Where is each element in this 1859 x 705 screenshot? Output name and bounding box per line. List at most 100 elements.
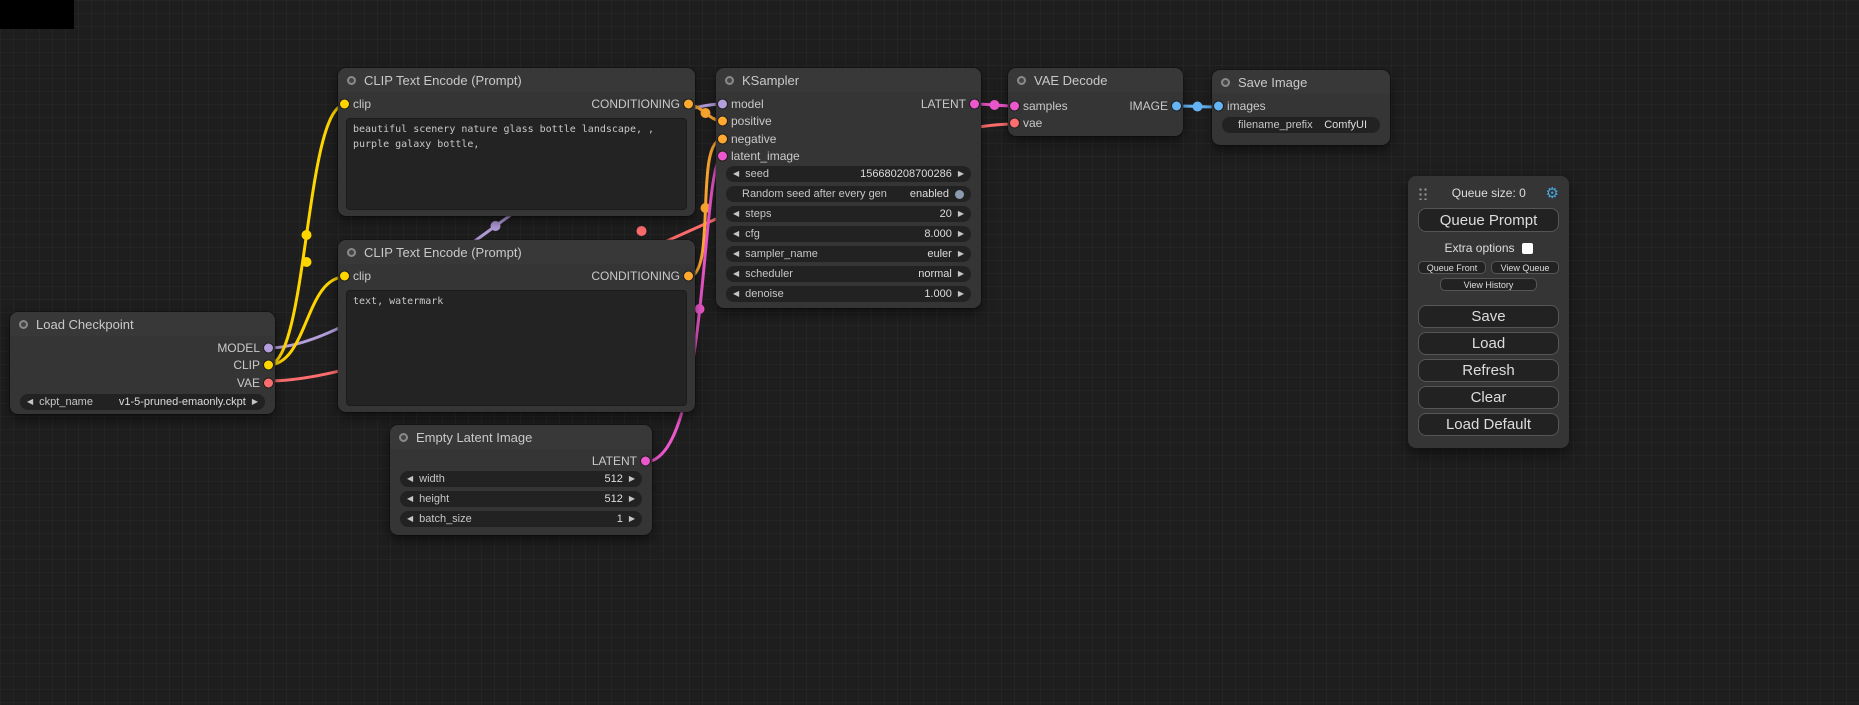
node-titlebar[interactable]: CLIP Text Encode (Prompt)	[338, 240, 695, 264]
widget-increment-arrow[interactable]: ▶	[252, 398, 258, 406]
toggle-dot-icon[interactable]	[955, 190, 964, 199]
output-dot-conditioning[interactable]	[684, 271, 693, 280]
node-vae-decode[interactable]: VAE Decode samples IMAGE vae	[1008, 68, 1183, 136]
widget-decrement-arrow[interactable]: ◀	[407, 475, 413, 483]
input-slot-latent-image[interactable]: latent_image	[716, 148, 981, 166]
widget-decrement-arrow[interactable]: ◀	[407, 495, 413, 503]
widget-increment-arrow[interactable]: ▶	[958, 170, 964, 178]
load-default-button[interactable]: Load Default	[1418, 413, 1559, 436]
load-button[interactable]: Load	[1418, 332, 1559, 355]
clear-button[interactable]: Clear	[1418, 386, 1559, 409]
input-dot-images[interactable]	[1214, 101, 1223, 110]
save-button[interactable]: Save	[1418, 305, 1559, 328]
steps-widget[interactable]: ◀ steps 20 ▶	[726, 206, 971, 222]
input-dot-latent-image[interactable]	[718, 152, 727, 161]
node-titlebar[interactable]: Load Checkpoint	[10, 312, 275, 336]
seed-widget[interactable]: ◀ seed 156680208700286 ▶	[726, 166, 971, 182]
collapse-dot-icon[interactable]	[725, 76, 734, 85]
node-clip-text-encode-positive[interactable]: CLIP Text Encode (Prompt) clip CONDITION…	[338, 68, 695, 216]
collapse-dot-icon[interactable]	[347, 76, 356, 85]
output-dot-latent[interactable]	[641, 456, 650, 465]
output-dot-vae[interactable]	[264, 378, 273, 387]
widget-increment-arrow[interactable]: ▶	[958, 250, 964, 258]
node-clip-text-encode-negative[interactable]: CLIP Text Encode (Prompt) clip CONDITION…	[338, 240, 695, 412]
input-slot-vae[interactable]: vae	[1008, 115, 1183, 133]
sampler-name-widget[interactable]: ◀ sampler_name euler ▶	[726, 246, 971, 262]
output-dot-model[interactable]	[264, 343, 273, 352]
input-dot-samples[interactable]	[1010, 101, 1019, 110]
output-dot-latent[interactable]	[970, 99, 979, 108]
widget-decrement-arrow[interactable]: ◀	[733, 250, 739, 258]
positive-prompt-textarea[interactable]: beautiful scenery nature glass bottle la…	[346, 118, 687, 210]
denoise-widget[interactable]: ◀ denoise 1.000 ▶	[726, 286, 971, 302]
collapse-dot-icon[interactable]	[19, 320, 28, 329]
collapse-dot-icon[interactable]	[1017, 76, 1026, 85]
scheduler-widget[interactable]: ◀ scheduler normal ▶	[726, 266, 971, 282]
input-dot-clip[interactable]	[340, 271, 349, 280]
refresh-button[interactable]: Refresh	[1418, 359, 1559, 382]
slot-label: LATENT	[921, 97, 966, 111]
input-slot-images[interactable]: images	[1212, 97, 1390, 115]
height-widget[interactable]: ◀ height 512 ▶	[400, 491, 642, 507]
batch-size-widget[interactable]: ◀ batch_size 1 ▶	[400, 511, 642, 527]
queue-prompt-button[interactable]: Queue Prompt	[1418, 208, 1559, 232]
widget-decrement-arrow[interactable]: ◀	[733, 230, 739, 238]
input-dot-clip[interactable]	[340, 99, 349, 108]
input-dot-positive[interactable]	[718, 117, 727, 126]
node-save-image[interactable]: Save Image images filename_prefix ComfyU…	[1212, 70, 1390, 145]
widget-decrement-arrow[interactable]: ◀	[733, 170, 739, 178]
cfg-widget[interactable]: ◀ cfg 8.000 ▶	[726, 226, 971, 242]
output-slot-latent[interactable]: LATENT	[390, 452, 652, 470]
node-graph-canvas[interactable]: Load Checkpoint MODEL CLIP VAE ◀ ckpt_na…	[0, 0, 1859, 705]
input-slot-positive[interactable]: positive	[716, 113, 981, 131]
view-queue-button[interactable]: View Queue	[1491, 261, 1559, 274]
view-history-button[interactable]: View History	[1440, 278, 1537, 291]
widget-increment-arrow[interactable]: ▶	[958, 270, 964, 278]
output-slot-clip[interactable]: CLIP	[10, 357, 275, 375]
width-widget[interactable]: ◀ width 512 ▶	[400, 471, 642, 487]
node-titlebar[interactable]: Empty Latent Image	[390, 425, 652, 449]
input-dot-vae[interactable]	[1010, 119, 1019, 128]
slot-label: CONDITIONING	[591, 97, 680, 111]
widget-increment-arrow[interactable]: ▶	[958, 290, 964, 298]
filename-prefix-widget[interactable]: filename_prefix ComfyUI	[1222, 117, 1380, 133]
settings-gear-icon[interactable]: ⚙	[1546, 186, 1559, 201]
widget-increment-arrow[interactable]: ▶	[629, 495, 635, 503]
widget-increment-arrow[interactable]: ▶	[629, 475, 635, 483]
node-titlebar[interactable]: VAE Decode	[1008, 68, 1183, 92]
input-slot-negative[interactable]: negative	[716, 130, 981, 148]
output-dot-conditioning[interactable]	[684, 99, 693, 108]
output-dot-clip[interactable]	[264, 361, 273, 370]
widget-increment-arrow[interactable]: ▶	[958, 210, 964, 218]
input-dot-model[interactable]	[718, 99, 727, 108]
node-load-checkpoint[interactable]: Load Checkpoint MODEL CLIP VAE ◀ ckpt_na…	[10, 312, 275, 414]
widget-increment-arrow[interactable]: ▶	[958, 230, 964, 238]
widget-decrement-arrow[interactable]: ◀	[733, 290, 739, 298]
random-seed-toggle-widget[interactable]: Random seed after every gen enabled	[726, 186, 971, 202]
output-dot-image[interactable]	[1172, 101, 1181, 110]
widget-decrement-arrow[interactable]: ◀	[733, 210, 739, 218]
extra-options-checkbox[interactable]	[1522, 243, 1533, 254]
node-titlebar[interactable]: CLIP Text Encode (Prompt)	[338, 68, 695, 92]
node-titlebar[interactable]: KSampler	[716, 68, 981, 92]
collapse-dot-icon[interactable]	[347, 248, 356, 257]
node-empty-latent-image[interactable]: Empty Latent Image LATENT ◀ width 512 ▶ …	[390, 425, 652, 535]
widget-decrement-arrow[interactable]: ◀	[27, 398, 33, 406]
widget-value: v1-5-pruned-emaonly.ckpt	[119, 396, 246, 408]
output-slot-model[interactable]: MODEL	[10, 339, 275, 357]
queue-front-button[interactable]: Queue Front	[1418, 261, 1486, 274]
widget-increment-arrow[interactable]: ▶	[629, 515, 635, 523]
link-checkpoint-clip-to-negative-encode	[268, 257, 345, 365]
collapse-dot-icon[interactable]	[1221, 78, 1230, 87]
collapse-dot-icon[interactable]	[399, 433, 408, 442]
ckpt-name-widget[interactable]: ◀ ckpt_name v1-5-pruned-emaonly.ckpt ▶	[20, 394, 265, 410]
node-titlebar[interactable]: Save Image	[1212, 70, 1390, 94]
input-dot-negative[interactable]	[718, 134, 727, 143]
widget-decrement-arrow[interactable]: ◀	[733, 270, 739, 278]
widget-label: scheduler	[745, 268, 912, 280]
output-slot-vae[interactable]: VAE	[10, 374, 275, 392]
drag-handle-icon[interactable]	[1418, 186, 1428, 200]
widget-decrement-arrow[interactable]: ◀	[407, 515, 413, 523]
node-ksampler[interactable]: KSampler model LATENT positive negative …	[716, 68, 981, 308]
negative-prompt-textarea[interactable]: text, watermark	[346, 290, 687, 406]
